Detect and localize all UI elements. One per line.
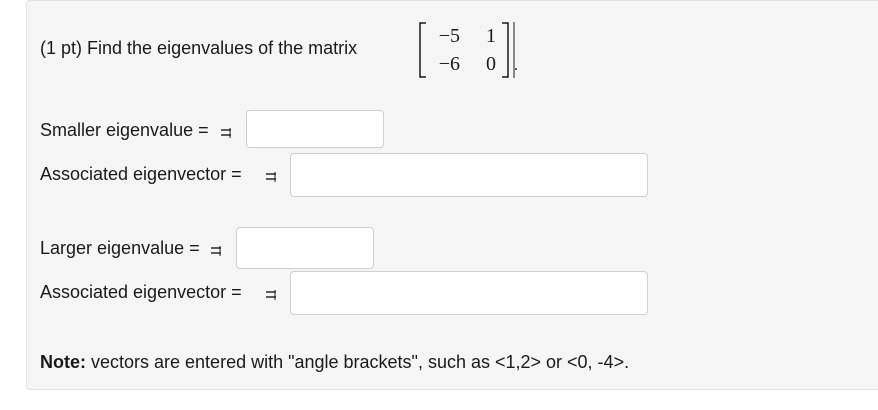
note-text: vectors are entered with "angle brackets…	[86, 352, 630, 372]
larger-eigenvector-input[interactable]	[290, 271, 648, 315]
smaller-eigenvector-label: Associated eigenvector =	[40, 164, 242, 184]
larger-eigenvalue-label: Larger eigenvalue =	[40, 238, 200, 258]
larger-eigenvector-label: Associated eigenvector =	[40, 282, 242, 302]
smaller-eigenvalue-label: Smaller eigenvalue =	[40, 120, 209, 140]
matrix-cell-r1c2: 1	[486, 25, 496, 47]
matrix-cell-r2c1: −6	[438, 53, 460, 75]
matrix-cell-r2c2: 0	[486, 53, 496, 75]
note-label: Note:	[40, 352, 86, 372]
smaller-eigenvector-input[interactable]	[290, 153, 648, 197]
matrix-cell-r1c1: −5	[438, 25, 460, 47]
matrix-period: .	[514, 57, 518, 74]
smaller-eigenvalue-input[interactable]	[246, 110, 384, 148]
equals-preview-icon[interactable]	[220, 125, 232, 139]
larger-eigenvalue-input[interactable]	[236, 227, 374, 269]
equals-preview-icon[interactable]	[210, 243, 222, 257]
matrix: −5 1 −6 0 .	[418, 20, 520, 80]
problem-prompt: (1 pt) Find the eigenvalues of the matri…	[40, 38, 358, 58]
equals-preview-icon[interactable]	[265, 169, 277, 183]
note: Note: vectors are entered with "angle br…	[40, 352, 629, 373]
equals-preview-icon[interactable]	[265, 287, 277, 301]
